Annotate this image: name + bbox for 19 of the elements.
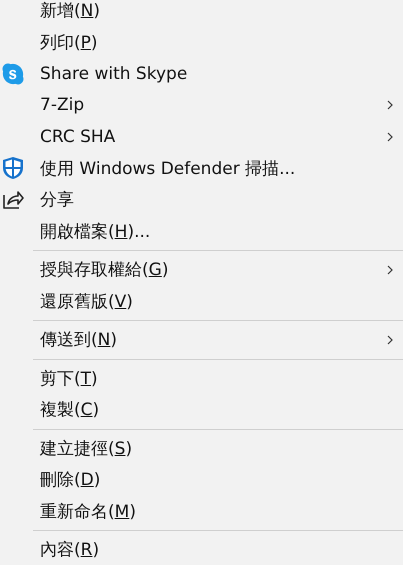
shield-icon: [1, 156, 25, 180]
menu-item[interactable]: 授與存取權給(G): [40, 258, 386, 282]
menu-item[interactable]: 剪下(T): [40, 366, 403, 390]
menu-item[interactable]: 列印(P): [40, 30, 403, 54]
menu-item[interactable]: 7-Zip: [40, 95, 386, 116]
menu-item[interactable]: Share with Skype: [40, 64, 403, 84]
menu-item[interactable]: 複製(C): [40, 398, 403, 422]
skype-icon: [1, 62, 25, 86]
menu-item[interactable]: 新增(N): [40, 0, 403, 22]
menu-item[interactable]: 使用 Windows Defender 掃描...: [40, 156, 403, 180]
menu-item[interactable]: 還原舊版(V): [40, 290, 403, 313]
menu-item[interactable]: 傳送到(N): [40, 328, 386, 352]
menu-item[interactable]: 刪除(D): [40, 468, 403, 492]
menu-item[interactable]: 分享: [40, 188, 403, 212]
menu-item[interactable]: 開啟檔案(H)...: [40, 220, 403, 243]
menu-item[interactable]: 重新命名(M): [40, 500, 403, 523]
menu-item[interactable]: 內容(R): [40, 538, 403, 562]
menu-item[interactable]: CRC SHA: [40, 126, 386, 147]
menu-item[interactable]: 建立捷徑(S): [40, 436, 403, 460]
